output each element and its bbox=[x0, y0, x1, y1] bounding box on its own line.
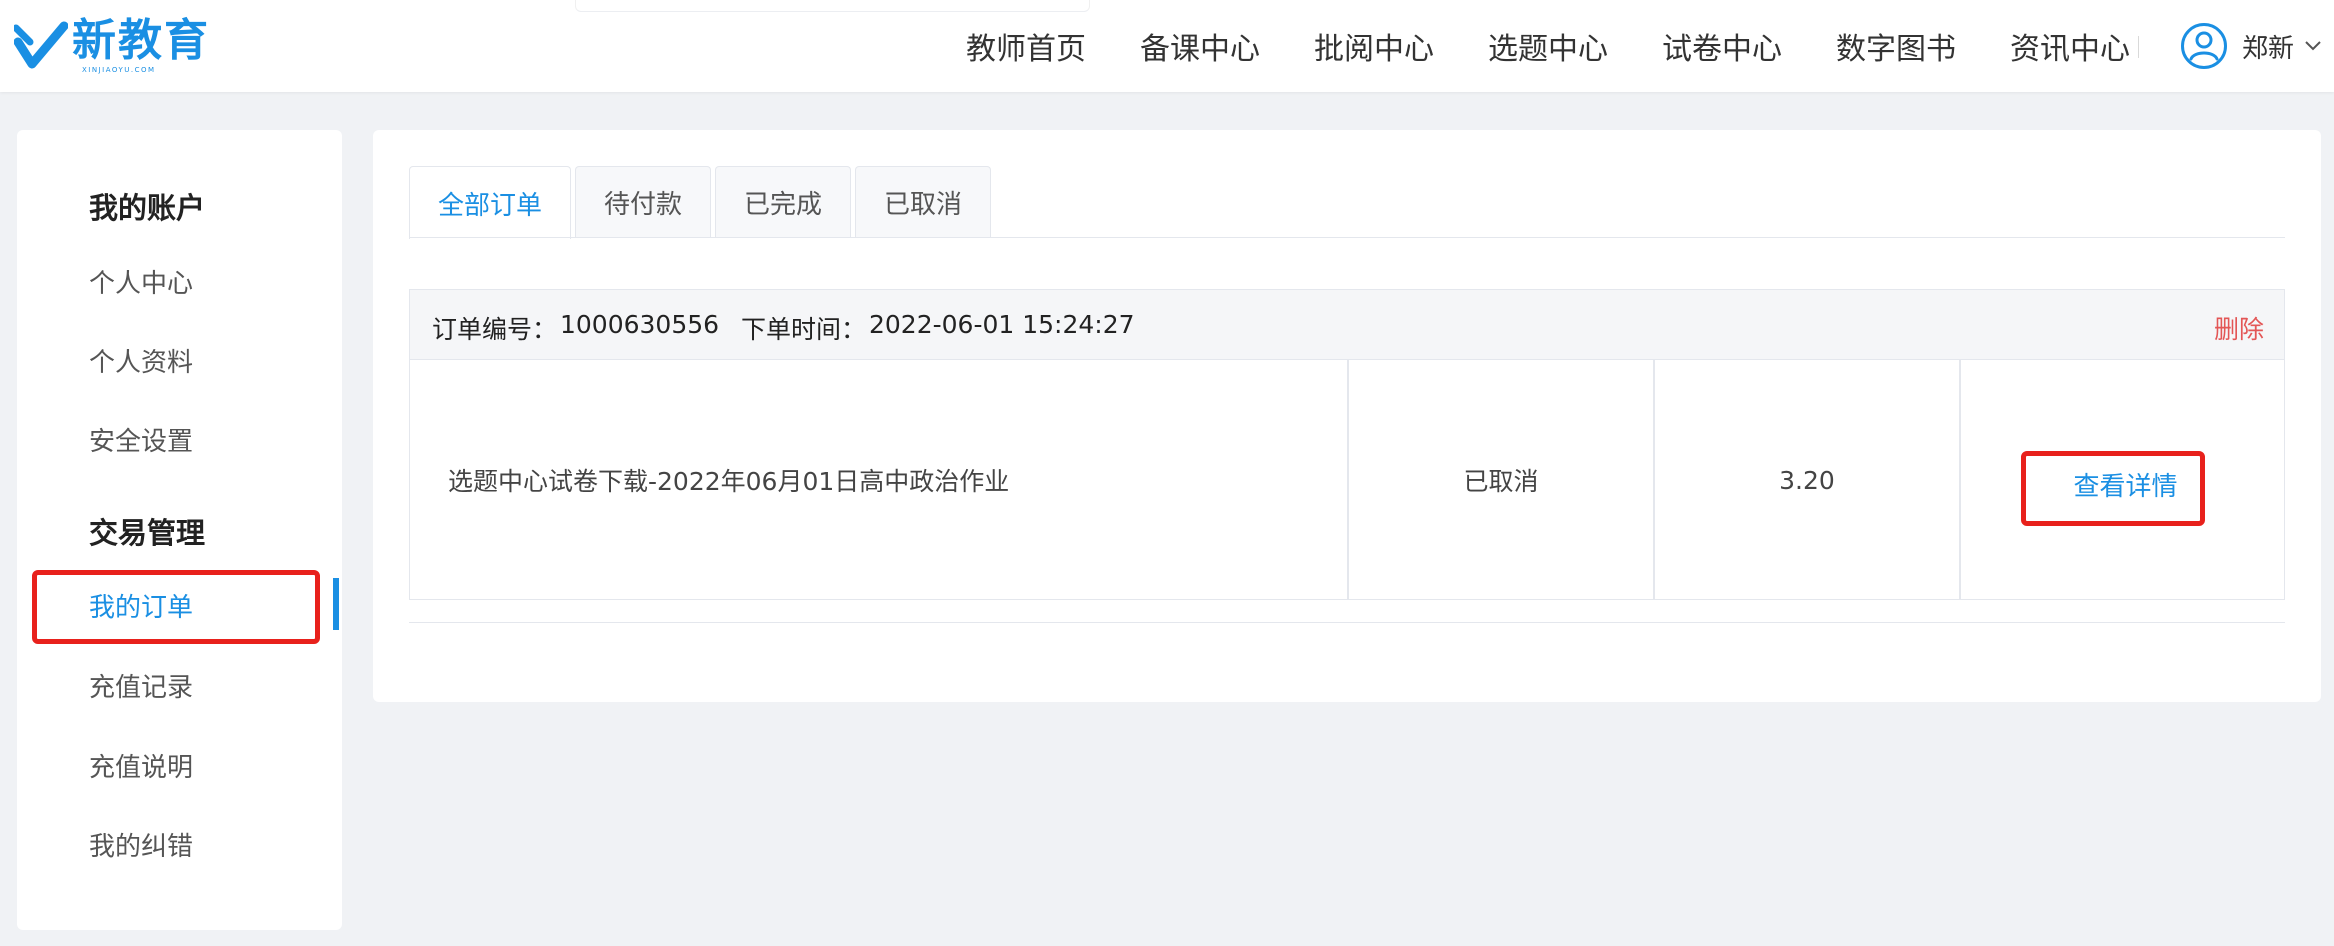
order-row: 选题中心试卷下载-2022年06月01日高中政治作业 已取消 3.20 查看详情 bbox=[410, 360, 2284, 600]
user-avatar-icon bbox=[2181, 23, 2227, 69]
order-time-label: 下单时间： bbox=[741, 315, 867, 344]
order-time: 2022-06-01 15:24:27 bbox=[869, 310, 1135, 339]
sidebar-heading-trade: 交易管理 bbox=[89, 516, 206, 550]
tab-all-orders[interactable]: 全部订单 bbox=[409, 166, 571, 239]
order-status-cell: 已取消 bbox=[1347, 360, 1653, 600]
order-card: 订单编号： 1000630556 下单时间： 2022-06-01 15:24:… bbox=[409, 289, 2285, 600]
sidebar-item-my-orders[interactable]: 我的订单 bbox=[89, 587, 193, 624]
nav-digital-books[interactable]: 数字图书 bbox=[1836, 24, 1956, 68]
sidebar: 我的账户 个人中心 个人资料 安全设置 交易管理 我的订单 充值记录 充值说明 … bbox=[17, 130, 342, 930]
nav-teacher-home[interactable]: 教师首页 bbox=[966, 24, 1086, 68]
nav-news[interactable]: 资讯中心 bbox=[2010, 24, 2130, 68]
order-amount: 3.20 bbox=[1779, 465, 1835, 495]
nav-divider bbox=[2138, 36, 2139, 58]
user-menu[interactable]: 郑新 bbox=[2180, 20, 2322, 72]
sidebar-item-profile[interactable]: 个人资料 bbox=[89, 342, 193, 379]
order-number: 1000630556 bbox=[560, 310, 720, 339]
order-tabs: 全部订单 待付款 已完成 已取消 bbox=[409, 166, 995, 239]
tab-pending-payment[interactable]: 待付款 bbox=[575, 166, 711, 238]
tabs-divider bbox=[409, 237, 2285, 238]
order-action-cell: 查看详情 bbox=[1959, 360, 2284, 600]
sidebar-item-recharge-info[interactable]: 充值说明 bbox=[89, 747, 193, 784]
order-number-label: 订单编号： bbox=[432, 315, 558, 344]
chevron-down-icon bbox=[2305, 41, 2321, 51]
nav-lesson-prep[interactable]: 备课中心 bbox=[1140, 24, 1260, 68]
top-header: 新教育 XINJIAOYU.COM 教师首页 备课中心 批阅中心 选题中心 试卷… bbox=[0, 0, 2334, 92]
orders-bottom-divider bbox=[409, 622, 2285, 623]
logo-check-icon bbox=[14, 21, 68, 69]
sidebar-item-recharge-records[interactable]: 充值记录 bbox=[89, 667, 193, 704]
order-title: 选题中心试卷下载-2022年06月01日高中政治作业 bbox=[448, 467, 1010, 496]
logo-text: 新教育 bbox=[72, 15, 210, 66]
order-status: 已取消 bbox=[1463, 467, 1539, 496]
sidebar-item-security[interactable]: 安全设置 bbox=[89, 421, 193, 458]
nav-grading[interactable]: 批阅中心 bbox=[1314, 24, 1434, 68]
sidebar-item-my-corrections[interactable]: 我的纠错 bbox=[89, 826, 193, 863]
order-amount-cell: 3.20 bbox=[1653, 360, 1959, 600]
delete-order-link[interactable]: 删除 bbox=[2214, 310, 2264, 346]
tab-completed[interactable]: 已完成 bbox=[715, 166, 851, 238]
logo-subtext: XINJIAOYU.COM bbox=[82, 66, 156, 74]
user-name: 郑新 bbox=[2242, 33, 2295, 64]
order-header: 订单编号： 1000630556 下单时间： 2022-06-01 15:24:… bbox=[410, 290, 2284, 360]
nav-question-select[interactable]: 选题中心 bbox=[1488, 24, 1608, 68]
sidebar-heading-account: 我的账户 bbox=[89, 191, 206, 225]
main-nav: 教师首页 备课中心 批阅中心 选题中心 试卷中心 数字图书 资讯中心 bbox=[966, 0, 2130, 92]
site-logo[interactable]: 新教育 XINJIAOYU.COM bbox=[14, 16, 210, 76]
nav-exam-paper[interactable]: 试卷中心 bbox=[1662, 24, 1782, 68]
sidebar-item-personal-center[interactable]: 个人中心 bbox=[89, 263, 193, 300]
tab-cancelled[interactable]: 已取消 bbox=[855, 166, 991, 238]
order-title-cell: 选题中心试卷下载-2022年06月01日高中政治作业 bbox=[410, 360, 1347, 600]
orders-panel: 全部订单 待付款 已完成 已取消 订单编号： 1000630556 下单时间： … bbox=[373, 130, 2321, 702]
sidebar-active-indicator bbox=[333, 578, 339, 630]
view-details-button[interactable]: 查看详情 bbox=[2073, 466, 2177, 503]
